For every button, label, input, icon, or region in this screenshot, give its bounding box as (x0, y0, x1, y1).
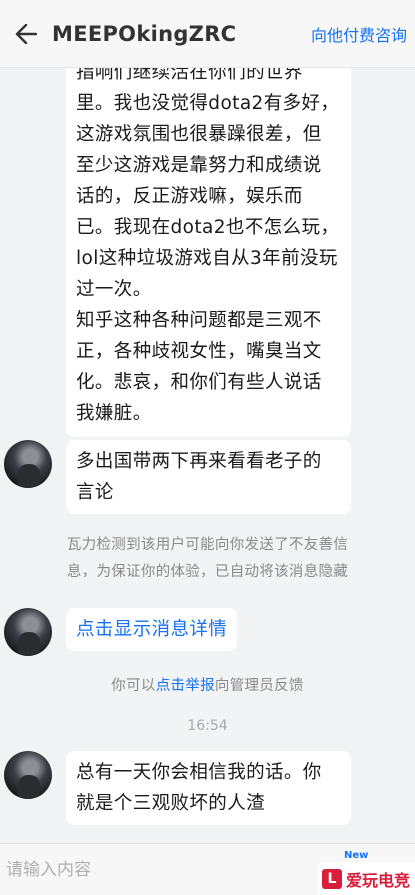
message-bubble[interactable]: 指响们继续活在你们的世界 里。我也没觉得dota2有多好， 这游戏氛围也很暴躁很… (66, 68, 351, 437)
report-suffix: 向管理员反馈 (214, 678, 304, 694)
message-timestamp: 16:54 (187, 718, 228, 734)
message-text: 指响们继续活在你们的世界 里。我也没觉得dota2有多好， 这游戏氛围也很暴躁很… (76, 68, 340, 424)
chat-title: MEEPOkingZRC (52, 21, 237, 46)
back-button[interactable] (0, 0, 52, 68)
system-notice: 瓦力检测到该用户可能向你发送了不友善信 息，为保证你的体验，已自动将该消息隐藏 (66, 537, 349, 580)
sender-avatar[interactable] (4, 440, 52, 488)
report-prefix: 你可以 (111, 678, 156, 694)
report-link[interactable]: 点击举报 (156, 678, 215, 694)
sender-avatar[interactable] (4, 608, 52, 656)
report-hint: 你可以点击举报向管理员反馈 (0, 673, 415, 700)
sender-avatar[interactable] (4, 751, 52, 799)
watermark-logo-icon: L (322, 868, 342, 889)
message-text: 多出国带两下再来看看老子的 言论 (76, 451, 322, 503)
watermark-text: 爱玩电竞 (346, 870, 411, 890)
chat-message-list[interactable]: 指响们继续活在你们的世界 里。我也没觉得dota2有多好， 这游戏氛围也很暴躁很… (0, 68, 415, 843)
message-bubble[interactable]: 多出国带两下再来看看老子的 言论 (66, 440, 351, 514)
message-text: 总有一天你会相信我的话。你 就是个三观败坏的人渣 (76, 762, 322, 814)
show-message-detail-button[interactable]: 点击显示消息详情 (66, 608, 238, 651)
top-nav-bar: MEEPOkingZRC 向他付费咨询 (0, 0, 415, 68)
message-bubble[interactable]: 总有一天你会相信我的话。你 就是个三观败坏的人渣 (66, 751, 351, 825)
watermark-logo: L 爱玩电竞 (318, 862, 415, 895)
message-input[interactable] (6, 854, 306, 886)
show-detail-label: 点击显示消息详情 (76, 619, 228, 640)
back-arrow-icon (15, 23, 37, 44)
paid-consult-button[interactable]: 向他付费咨询 (311, 22, 407, 46)
